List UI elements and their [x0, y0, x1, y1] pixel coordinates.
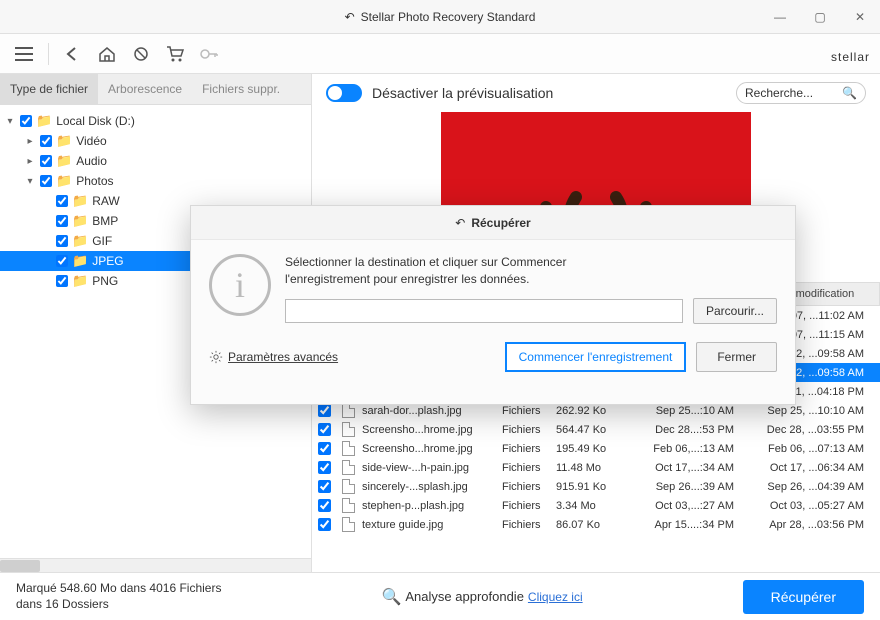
checkbox[interactable] — [40, 155, 52, 167]
magnifier-icon: 🔍 — [381, 587, 401, 607]
file-name: texture guide.jpg — [356, 517, 496, 533]
home-icon — [98, 46, 116, 62]
maximize-button[interactable]: ▢ — [800, 0, 840, 34]
table-row[interactable]: texture guide.jpgFichiers86.07 KoApr 15.… — [312, 515, 880, 534]
stop-icon — [133, 46, 149, 62]
close-button[interactable]: ✕ — [840, 0, 880, 34]
row-checkbox[interactable] — [318, 442, 331, 455]
window-title: Stellar Photo Recovery Standard — [361, 10, 536, 24]
back-icon — [65, 47, 81, 61]
browse-button[interactable]: Parcourir... — [693, 298, 777, 324]
row-checkbox[interactable] — [318, 423, 331, 436]
file-icon — [342, 517, 355, 532]
tree-row-audio[interactable]: ▸📁Audio — [0, 151, 311, 171]
brand-logo: stellar — [831, 41, 870, 67]
back-button[interactable] — [59, 40, 87, 68]
table-row[interactable]: stephen-p...plash.jpgFichiers3.34 MoOct … — [312, 496, 880, 515]
start-saving-button[interactable]: Commencer l'enregistrement — [505, 342, 687, 372]
tree-row-video[interactable]: ▸📁Vidéo — [0, 131, 311, 151]
file-icon — [342, 479, 355, 494]
statusbar: Marqué 548.60 Mo dans 4016 Fichiers dans… — [0, 572, 880, 620]
table-row[interactable]: side-view-...h-pain.jpgFichiers11.48 MoO… — [312, 458, 880, 477]
recover-button[interactable]: Récupérer — [743, 580, 864, 614]
tab-file-type[interactable]: Type de fichier — [0, 74, 98, 104]
checkbox[interactable] — [56, 195, 68, 207]
row-checkbox[interactable] — [318, 480, 331, 493]
file-name: Screensho...hrome.jpg — [356, 422, 496, 438]
file-name: Screensho...hrome.jpg — [356, 441, 496, 457]
table-row[interactable]: sincerely-...splash.jpgFichiers915.91 Ko… — [312, 477, 880, 496]
tree-row-root[interactable]: ▾📁Local Disk (D:) — [0, 111, 311, 131]
key-button[interactable] — [195, 40, 223, 68]
file-icon — [342, 441, 355, 456]
stop-button[interactable] — [127, 40, 155, 68]
table-row[interactable]: Screensho...hrome.jpgFichiers564.47 KoDe… — [312, 420, 880, 439]
preview-toggle-label: Désactiver la prévisualisation — [372, 85, 553, 101]
row-checkbox[interactable] — [318, 461, 331, 474]
home-button[interactable] — [93, 40, 121, 68]
toolbar: stellar — [0, 34, 880, 74]
checkbox[interactable] — [40, 135, 52, 147]
checkbox[interactable] — [56, 235, 68, 247]
tree-row-photos[interactable]: ▾📁Photos — [0, 171, 311, 191]
file-icon — [342, 460, 355, 475]
checkbox[interactable] — [56, 275, 68, 287]
info-icon: i — [209, 254, 271, 316]
file-name: side-view-...h-pain.jpg — [356, 460, 496, 476]
checkbox[interactable] — [20, 115, 32, 127]
file-icon — [342, 422, 355, 437]
minimize-button[interactable]: — — [760, 0, 800, 34]
titlebar: ↶ Stellar Photo Recovery Standard — ▢ ✕ — [0, 0, 880, 34]
checkbox[interactable] — [56, 215, 68, 227]
deep-scan-link[interactable]: Cliquez ici — [528, 590, 583, 604]
destination-input[interactable] — [285, 299, 683, 323]
advanced-settings-link[interactable]: Paramètres avancés — [209, 350, 338, 364]
file-name: sincerely-...splash.jpg — [356, 479, 496, 495]
checkbox[interactable] — [40, 175, 52, 187]
search-icon: 🔍 — [842, 86, 857, 100]
key-icon — [200, 48, 218, 60]
horizontal-scrollbar[interactable] — [0, 558, 311, 572]
checkbox[interactable] — [56, 255, 68, 267]
dialog-title: Récupérer — [471, 216, 530, 230]
tab-deleted[interactable]: Fichiers suppr. — [192, 74, 290, 104]
undo-icon: ↶ — [345, 10, 355, 24]
row-checkbox[interactable] — [318, 499, 331, 512]
preview-toggle[interactable] — [326, 84, 362, 102]
deep-scan-label: Analyse approfondie — [405, 589, 524, 604]
hamburger-icon — [15, 47, 33, 61]
cart-button[interactable] — [161, 40, 189, 68]
window-controls: — ▢ ✕ — [760, 0, 880, 34]
file-icon — [342, 498, 355, 513]
cart-icon — [166, 46, 184, 62]
status-summary: Marqué 548.60 Mo dans 4016 Fichiers dans… — [16, 581, 221, 612]
row-checkbox[interactable] — [318, 518, 331, 531]
tab-tree-view[interactable]: Arborescence — [98, 74, 192, 104]
file-icon — [342, 403, 355, 418]
table-row[interactable]: Screensho...hrome.jpgFichiers195.49 KoFe… — [312, 439, 880, 458]
gear-icon — [209, 350, 223, 364]
undo-icon: ↶ — [455, 216, 465, 230]
close-dialog-button[interactable]: Fermer — [696, 342, 777, 372]
menu-button[interactable] — [10, 40, 38, 68]
recover-dialog: ↶ Récupérer i Sélectionner la destinatio… — [190, 205, 796, 405]
row-checkbox[interactable] — [318, 404, 331, 417]
file-name: stephen-p...plash.jpg — [356, 498, 496, 514]
search-input[interactable]: Recherche... 🔍 — [736, 82, 866, 104]
